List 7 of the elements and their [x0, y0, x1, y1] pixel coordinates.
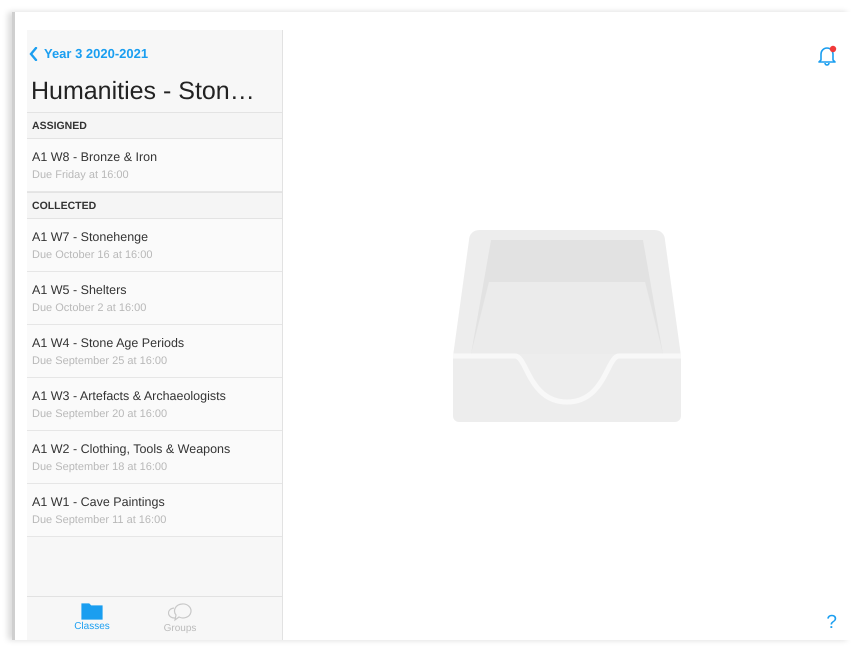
- chevron-left-icon: [29, 46, 38, 60]
- notification-bell-icon[interactable]: [817, 45, 837, 67]
- speech-bubbles-icon: [168, 602, 192, 622]
- section-header: ASSIGNED: [27, 112, 282, 139]
- section-header: COLLECTED: [27, 192, 282, 219]
- page-title: Humanities - Ston…: [30, 76, 256, 107]
- folder-icon: [81, 602, 103, 620]
